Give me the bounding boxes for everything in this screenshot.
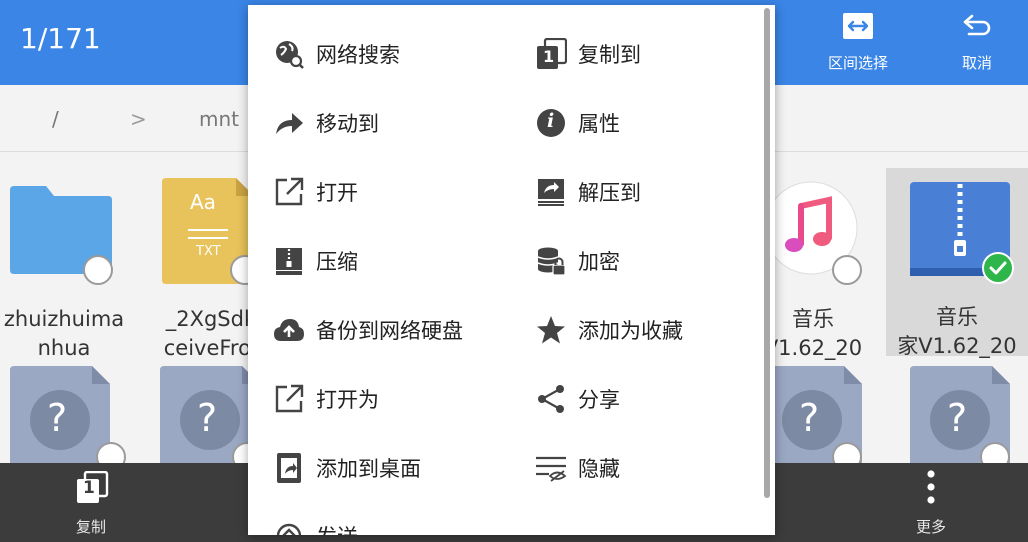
share-icon (534, 382, 568, 416)
breadcrumb-separator-icon: > (130, 107, 147, 131)
menu-item-label: 移动到 (316, 112, 379, 136)
menu-item-add-to-desktop[interactable]: 添加到桌面 (272, 443, 522, 493)
unknown-glyph: ? (47, 396, 68, 440)
file-tile[interactable]: ? (760, 366, 900, 463)
range-select-label: 区间选择 (827, 54, 888, 72)
txt-badge-sub: TXT (196, 244, 221, 259)
menu-item-web-search[interactable]: 网络搜索 (272, 29, 522, 79)
menu-item-backup-cloud[interactable]: 备份到网络硬盘 (272, 305, 522, 355)
selected-check-icon[interactable] (982, 252, 1014, 284)
add-to-desktop-icon (272, 451, 306, 485)
menu-item-label: 解压到 (578, 181, 641, 205)
star-icon (534, 313, 568, 347)
menu-item-copy-to[interactable]: 1 复制到 (534, 29, 775, 79)
menu-item-label: 添加为收藏 (578, 319, 683, 343)
more-vertical-icon (927, 470, 935, 504)
menu-item-encrypt[interactable]: 加密 (534, 236, 775, 286)
undo-icon (963, 14, 991, 36)
select-checkbox[interactable] (83, 255, 113, 285)
open-as-icon (272, 382, 306, 416)
menu-item-move-to[interactable]: 移动到 (272, 98, 522, 148)
breadcrumb-root[interactable]: / (52, 107, 59, 131)
more-button[interactable]: 更多 (871, 463, 991, 542)
compress-icon (272, 244, 306, 278)
menu-item-extract-to[interactable]: 解压到 (534, 167, 775, 217)
copy-label: 复制 (75, 518, 106, 536)
cancel-button[interactable]: 取消 (932, 8, 1022, 78)
move-arrow-icon (272, 106, 306, 140)
unknown-glyph: ? (947, 396, 968, 440)
file-tile-selected[interactable]: 音乐 家V1.62_20 (886, 168, 1028, 358)
select-checkbox[interactable] (832, 255, 862, 285)
menu-scrollbar[interactable] (764, 8, 770, 498)
menu-item-compress[interactable]: 压缩 (272, 236, 522, 286)
globe-search-icon (272, 37, 306, 71)
menu-item-label: 发送 (316, 521, 358, 535)
menu-item-label: 压缩 (316, 250, 358, 274)
menu-item-label: 打开为 (316, 388, 379, 412)
breadcrumb-mnt[interactable]: mnt (199, 107, 239, 131)
menu-item-properties[interactable]: i 属性 (534, 98, 775, 148)
copy-button[interactable]: 1 复制 (31, 463, 151, 542)
menu-item-label: 备份到网络硬盘 (316, 319, 463, 343)
menu-item-label: 打开 (316, 181, 358, 205)
copy-to-icon: 1 (534, 37, 568, 71)
info-glyph: i (547, 110, 555, 132)
extract-icon (534, 175, 568, 209)
txt-badge: Aa (190, 190, 216, 214)
unknown-glyph: ? (197, 396, 218, 440)
menu-item-send[interactable]: 发送 (272, 511, 522, 535)
menu-item-label: 隐藏 (578, 457, 620, 481)
menu-item-label: 复制到 (578, 43, 641, 67)
menu-item-share[interactable]: 分享 (534, 374, 775, 424)
encrypt-icon (534, 244, 568, 278)
open-external-icon (272, 175, 306, 209)
select-checkbox[interactable] (96, 442, 126, 463)
send-icon (272, 519, 306, 535)
cloud-upload-icon (272, 313, 306, 347)
hide-icon (534, 451, 568, 485)
menu-item-label: 分享 (578, 388, 620, 412)
menu-item-label: 加密 (578, 250, 620, 274)
menu-item-hide[interactable]: 隐藏 (534, 443, 775, 493)
selection-count: 1/171 (20, 22, 101, 55)
file-tile[interactable]: ? (908, 366, 1028, 463)
menu-item-add-favorite[interactable]: 添加为收藏 (534, 305, 775, 355)
copy-badge: 1 (83, 478, 95, 498)
menu-item-label: 属性 (578, 112, 620, 136)
info-icon: i (534, 106, 568, 140)
file-tile[interactable]: zhuizhuima nhua (0, 170, 134, 370)
file-name: 音乐 家V1.62_20 (897, 305, 1017, 358)
context-menu: 网络搜索 移动到 打开 压缩 备份到网络硬盘 打开为 添加到桌面 1 复制到 i… (248, 5, 775, 535)
range-select-button[interactable]: 区间选择 (813, 8, 903, 78)
unknown-glyph: ? (799, 396, 820, 440)
menu-item-open[interactable]: 打开 (272, 167, 522, 217)
cancel-label: 取消 (961, 54, 992, 72)
more-label: 更多 (915, 518, 946, 536)
menu-item-open-as[interactable]: 打开为 (272, 374, 522, 424)
file-tile[interactable]: ? (8, 366, 148, 463)
file-name: zhuizhuima nhua (3, 307, 125, 360)
copy-to-badge: 1 (543, 47, 555, 66)
menu-item-label: 网络搜索 (316, 43, 400, 67)
range-select-icon (843, 13, 873, 39)
menu-item-label: 添加到桌面 (316, 457, 421, 481)
